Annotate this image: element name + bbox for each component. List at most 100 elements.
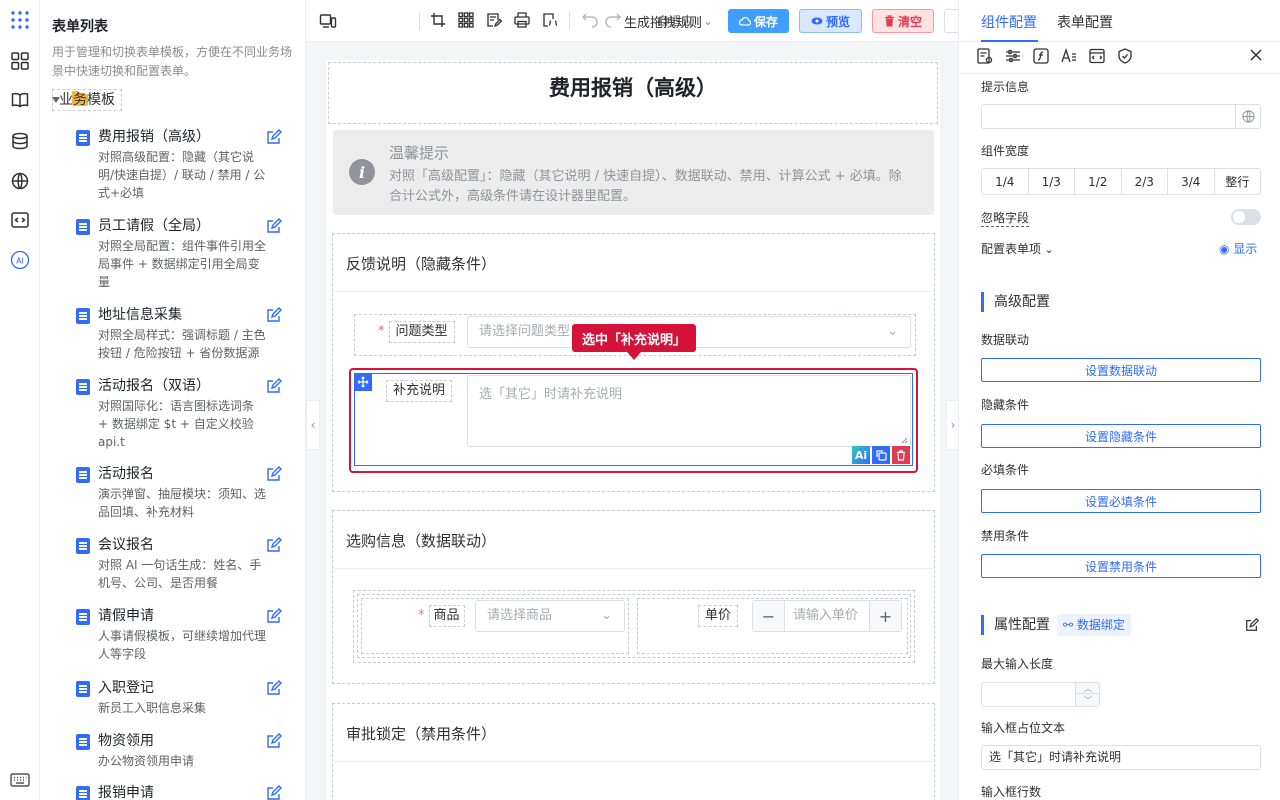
edit-icon[interactable] [266,608,282,624]
components-icon[interactable] [10,51,30,71]
undo-icon[interactable] [582,12,600,30]
ignore-field-switch[interactable] [1231,209,1261,225]
copy-icon[interactable] [872,446,890,464]
tab-component-config[interactable]: 组件配置 [981,12,1037,32]
set-hide-condition-button[interactable]: 设置隐藏条件 [981,424,1261,448]
width-option[interactable]: 整行 [1215,169,1261,194]
ai-assist-icon[interactable]: Ai [852,446,870,464]
section-approval[interactable] [332,703,935,800]
width-option[interactable]: 2/3 [1122,169,1168,194]
clear-button[interactable]: 清空 [872,9,934,33]
edit-icon[interactable] [266,378,282,394]
keyboard-icon[interactable] [10,770,30,790]
stepper[interactable]: ︿ ﹀ [1075,683,1100,706]
shield-icon[interactable] [1117,48,1135,66]
cloud-icon [738,17,751,26]
more-button-edge[interactable] [944,9,958,33]
width-option[interactable]: 1/2 [1075,169,1122,194]
window-code-icon[interactable] [1089,48,1107,66]
placeholder-input[interactable]: 选「其它」时请补充说明 [981,745,1261,770]
ai-icon[interactable]: AI [10,250,30,270]
form-props-icon[interactable] [977,48,995,66]
goods-label-text: 商品 [428,605,465,627]
code-icon[interactable] [10,210,30,230]
form-item-desc: 新员工入职信息采集 [98,701,207,715]
move-icon [357,376,369,388]
sidebar-title: 表单列表 [52,19,108,35]
edit-icon[interactable] [266,307,282,323]
set-required-condition-button[interactable]: 设置必填条件 [981,489,1261,513]
preview-button[interactable]: 预览 [799,9,862,33]
globe-icon[interactable] [10,171,30,191]
device-icon[interactable] [319,12,337,30]
sliders-icon[interactable] [1005,48,1023,66]
book-icon[interactable] [10,90,30,110]
apps-grid-icon[interactable] [10,10,30,30]
delete-icon[interactable] [892,446,910,464]
drag-handle[interactable] [354,373,372,391]
gen-drag-rule-button[interactable]: 生成拖拽规则 [624,12,702,31]
document-icon [76,308,90,324]
hint-input[interactable] [981,104,1261,129]
resize-handle-icon[interactable] [901,437,908,444]
minus-icon[interactable]: − [753,601,785,631]
globe-icon[interactable] [1235,105,1260,128]
form-item-desc: 对照 AI 一句话生成：姓名、手机号、公司、是否用餐 [98,558,262,590]
document-icon [76,219,90,235]
set-linkage-button[interactable]: 设置数据联动 [981,358,1261,382]
ignore-field-label: 忽略字段 [981,211,1030,227]
edit-icon[interactable] [266,129,282,145]
plus-icon[interactable]: + [869,601,901,631]
width-label: 组件宽度 [981,144,1030,158]
section-divider [332,291,935,292]
edit-icon[interactable] [266,733,282,749]
tab-form-config[interactable]: 表单配置 [1057,12,1113,32]
section-title: 审批锁定（禁用条件） [346,725,497,743]
required-asterisk: * [378,324,385,339]
chevron-up-icon[interactable]: ︿ [1076,683,1100,694]
edit-doc-icon[interactable] [486,12,504,30]
edit-icon[interactable] [266,785,282,800]
config-tabs: 组件配置 表单配置 [959,0,1280,42]
edit-icon[interactable] [1245,618,1259,636]
print-icon[interactable] [514,12,532,30]
redo-icon[interactable] [605,12,623,30]
crop-icon[interactable] [430,12,448,30]
edit-icon[interactable] [266,466,282,482]
collapse-left-button[interactable]: ‹ [306,400,320,450]
edit-icon[interactable] [266,537,282,553]
close-icon[interactable] [1249,48,1267,66]
document-icon [76,467,90,483]
function-icon[interactable] [1033,48,1051,66]
text-style-icon[interactable] [1061,47,1079,66]
max-length-input[interactable]: ︿ ﹀ [981,682,1100,707]
badge-arrow [627,352,641,360]
data-binding-tag[interactable]: ⚯ 数据绑定 [1057,614,1131,636]
tree-group-business[interactable]: 业务模板 [52,89,122,111]
single-config-toggle[interactable]: 配置表单项 ⌄ [981,240,1054,257]
show-link[interactable]: ◉ 显示 [1219,240,1257,257]
chevron-down-icon: ⌄ [601,608,612,623]
supplementary-placeholder: 选「其它」时请补充说明 [479,387,623,402]
switch-knob [1233,211,1245,223]
set-disable-condition-button[interactable]: 设置禁用条件 [981,554,1261,578]
json-icon[interactable] [542,12,560,30]
section-title: 选购信息（数据联动） [346,532,497,550]
grid-icon[interactable] [458,12,476,30]
form-item-desc: 演示弹窗、抽屉模块：须知、选品回填、补充材料 [98,487,267,519]
edit-icon[interactable] [266,218,282,234]
save-button[interactable]: 保存 [728,9,789,33]
form-item-desc: 人事请假模板，可继续增加代理人等字段 [98,629,267,661]
database-icon[interactable] [10,131,30,151]
chevron-down-icon[interactable]: ﹀ [1076,695,1100,706]
width-option[interactable]: 3/4 [1168,169,1215,194]
edit-icon[interactable] [266,680,282,696]
form-item-title: 员工请假（全局） [98,218,210,234]
width-option[interactable]: 1/3 [1029,169,1075,194]
form-item-title: 会议报名 [98,537,154,553]
width-option[interactable]: 1/4 [982,169,1029,194]
linkage-label: 数据联动 [981,333,1030,347]
price-input-number[interactable]: − 请输入单价 + [752,600,902,632]
goods-select[interactable]: 请选择商品 ⌄ [475,600,625,632]
supplementary-textarea[interactable]: 选「其它」时请补充说明 [467,375,911,447]
